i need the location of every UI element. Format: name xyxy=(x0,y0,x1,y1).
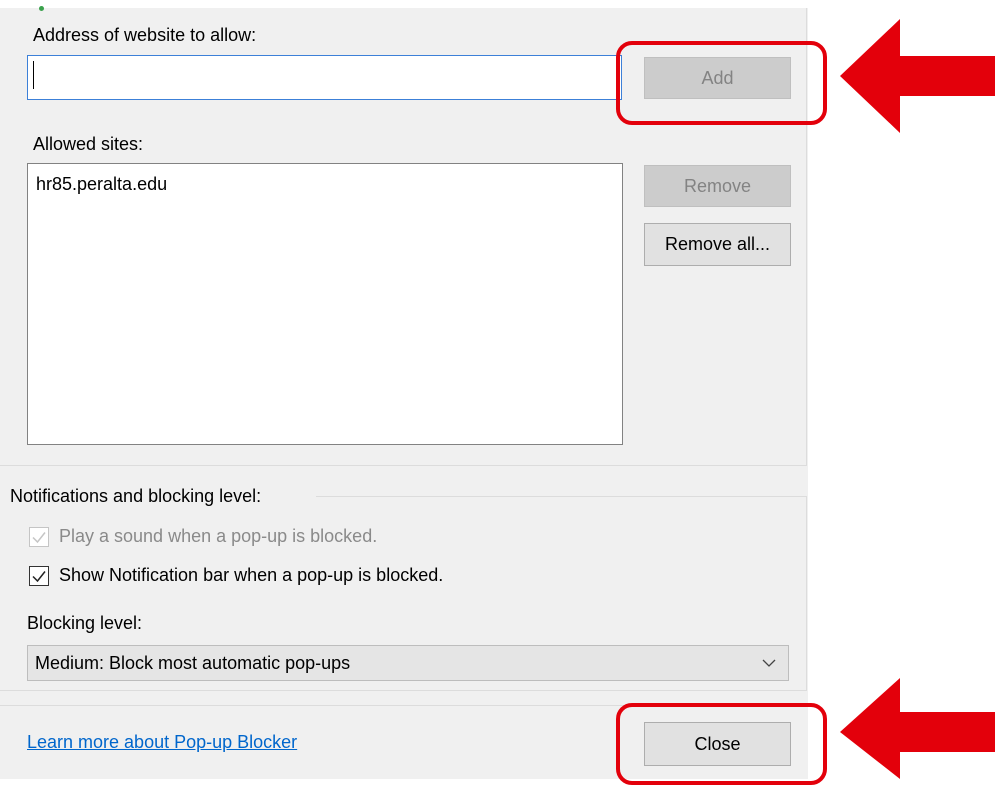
remove-button[interactable]: Remove xyxy=(644,165,791,207)
allowed-sites-label: Allowed sites: xyxy=(33,134,144,154)
list-item[interactable]: hr85.peralta.edu xyxy=(36,174,167,195)
add-button-highlight xyxy=(616,41,827,125)
text-caret xyxy=(33,61,34,89)
blocking-level-value: Medium: Block most automatic pop-ups xyxy=(35,653,351,673)
close-button-highlight xyxy=(616,703,827,785)
show-notification-bar-label: Show Notification bar when a pop-up is b… xyxy=(59,565,444,585)
group-border xyxy=(0,465,807,466)
remove-all-button[interactable]: Remove all... xyxy=(644,223,791,266)
check-icon xyxy=(32,532,46,544)
group-border xyxy=(316,496,807,497)
red-arrow-icon xyxy=(840,19,995,133)
show-notification-bar-checkbox[interactable] xyxy=(29,566,49,586)
group-border xyxy=(0,690,807,691)
allowed-sites-list[interactable]: hr85.peralta.edu xyxy=(27,163,623,445)
notifications-group-label: Notifications and blocking level: xyxy=(10,486,262,506)
blocking-level-select[interactable]: Medium: Block most automatic pop-ups xyxy=(27,645,789,681)
address-label: Address of website to allow: xyxy=(33,25,257,45)
chevron-down-icon xyxy=(762,659,776,667)
play-sound-label: Play a sound when a pop-up is blocked. xyxy=(59,526,378,546)
check-icon xyxy=(32,571,46,583)
blocking-level-label: Blocking level: xyxy=(27,613,143,633)
status-dot xyxy=(39,6,44,11)
red-arrow-icon xyxy=(840,678,995,779)
learn-more-link[interactable]: Learn more about Pop-up Blocker xyxy=(27,732,297,753)
address-input[interactable] xyxy=(27,55,622,100)
play-sound-checkbox[interactable] xyxy=(29,527,49,547)
group-border xyxy=(806,496,807,691)
